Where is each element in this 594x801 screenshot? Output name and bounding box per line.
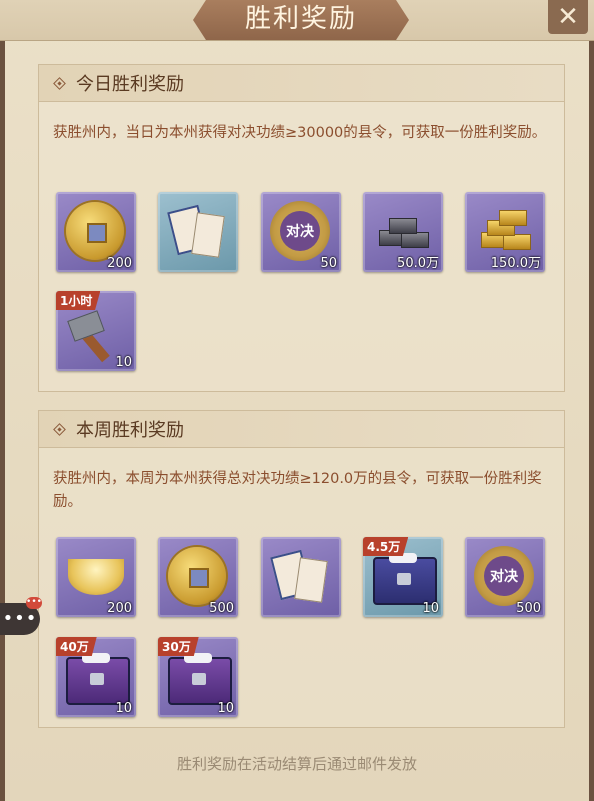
treasure-chest-icon — [168, 653, 232, 705]
copper-coin-icon — [168, 547, 226, 605]
close-icon: ✕ — [557, 2, 579, 32]
weekly-reward-section: 本周胜利奖励 获胜州内，本周为本州获得总对决功绩≥120.0万的县令，可获取一份… — [38, 410, 565, 728]
item-quantity: 10 — [115, 355, 132, 370]
duel-token-icon: 对决 — [270, 201, 330, 261]
value-tag: 40万 — [56, 637, 97, 656]
item-quantity: 500 — [516, 601, 541, 616]
duration-tag: 1小时 — [56, 291, 101, 310]
card-set-icon — [167, 204, 225, 258]
silver-bars-icon — [375, 214, 431, 250]
gold-bars-icon — [477, 210, 533, 250]
close-button[interactable]: ✕ — [548, 0, 588, 34]
reward-item[interactable]: 40万 10 — [56, 637, 136, 717]
copper-coin-icon — [66, 202, 124, 260]
daily-description: 获胜州内，当日为本州获得对决功绩≥30000的县令，可获取一份胜利奖励。 — [53, 125, 547, 141]
treasure-chest-icon — [66, 653, 130, 705]
window-title: 胜利奖励 — [244, 4, 357, 34]
reward-item[interactable]: 对决 500 — [465, 537, 545, 617]
item-quantity: 10 — [115, 701, 132, 716]
reward-item[interactable] — [261, 537, 341, 617]
item-quantity: 50.0万 — [397, 256, 439, 271]
reward-item[interactable]: 对决 50 — [261, 192, 341, 272]
item-quantity: 10 — [217, 701, 234, 716]
value-tag: 4.5万 — [363, 537, 409, 556]
daily-reward-section: 今日胜利奖励 获胜州内，当日为本州获得对决功绩≥30000的县令，可获取一份胜利… — [38, 64, 565, 392]
panel-right-edge — [589, 30, 594, 801]
daily-section-title: 今日胜利奖励 — [76, 74, 184, 95]
item-quantity: 150.0万 — [490, 256, 541, 271]
weekly-description: 获胜州内，本周为本州获得总对决功绩≥120.0万的县令，可获取一份胜利奖励。 — [53, 471, 542, 510]
treasure-chest-icon — [373, 553, 437, 605]
gold-ingot-icon — [68, 559, 124, 595]
reward-item[interactable]: 200 — [56, 192, 136, 272]
weekly-section-title: 本周胜利奖励 — [76, 420, 184, 441]
chat-bubble-icon: ••• — [2, 608, 38, 629]
item-quantity: 10 — [422, 601, 439, 616]
card-set-icon — [270, 549, 328, 603]
reward-item[interactable]: 200 — [56, 537, 136, 617]
footer-note: 胜利奖励在活动结算后通过邮件发放 — [176, 755, 417, 773]
panel-left-edge — [0, 30, 5, 801]
weekly-section-header: 本周胜利奖励 — [39, 411, 564, 448]
item-quantity: 50 — [320, 256, 337, 271]
item-quantity: 500 — [209, 601, 234, 616]
daily-section-header: 今日胜利奖励 — [39, 65, 564, 102]
reward-item[interactable]: 30万 10 — [158, 637, 238, 717]
reward-item[interactable]: 500 — [158, 537, 238, 617]
notification-badge: ••• — [26, 597, 42, 609]
reward-item[interactable]: 150.0万 — [465, 192, 545, 272]
value-tag: 30万 — [158, 637, 199, 656]
reward-item[interactable]: 1小时 10 — [56, 291, 136, 371]
reward-item[interactable]: 4.5万 10 — [363, 537, 443, 617]
duel-token-icon: 对决 — [474, 546, 534, 606]
item-quantity: 200 — [107, 256, 132, 271]
chat-button[interactable]: ••• ••• — [0, 597, 42, 635]
diamond-icon — [53, 422, 66, 436]
reward-item[interactable] — [158, 192, 238, 272]
reward-item[interactable]: 50.0万 — [363, 192, 443, 272]
item-quantity: 200 — [107, 601, 132, 616]
diamond-icon — [53, 76, 66, 90]
